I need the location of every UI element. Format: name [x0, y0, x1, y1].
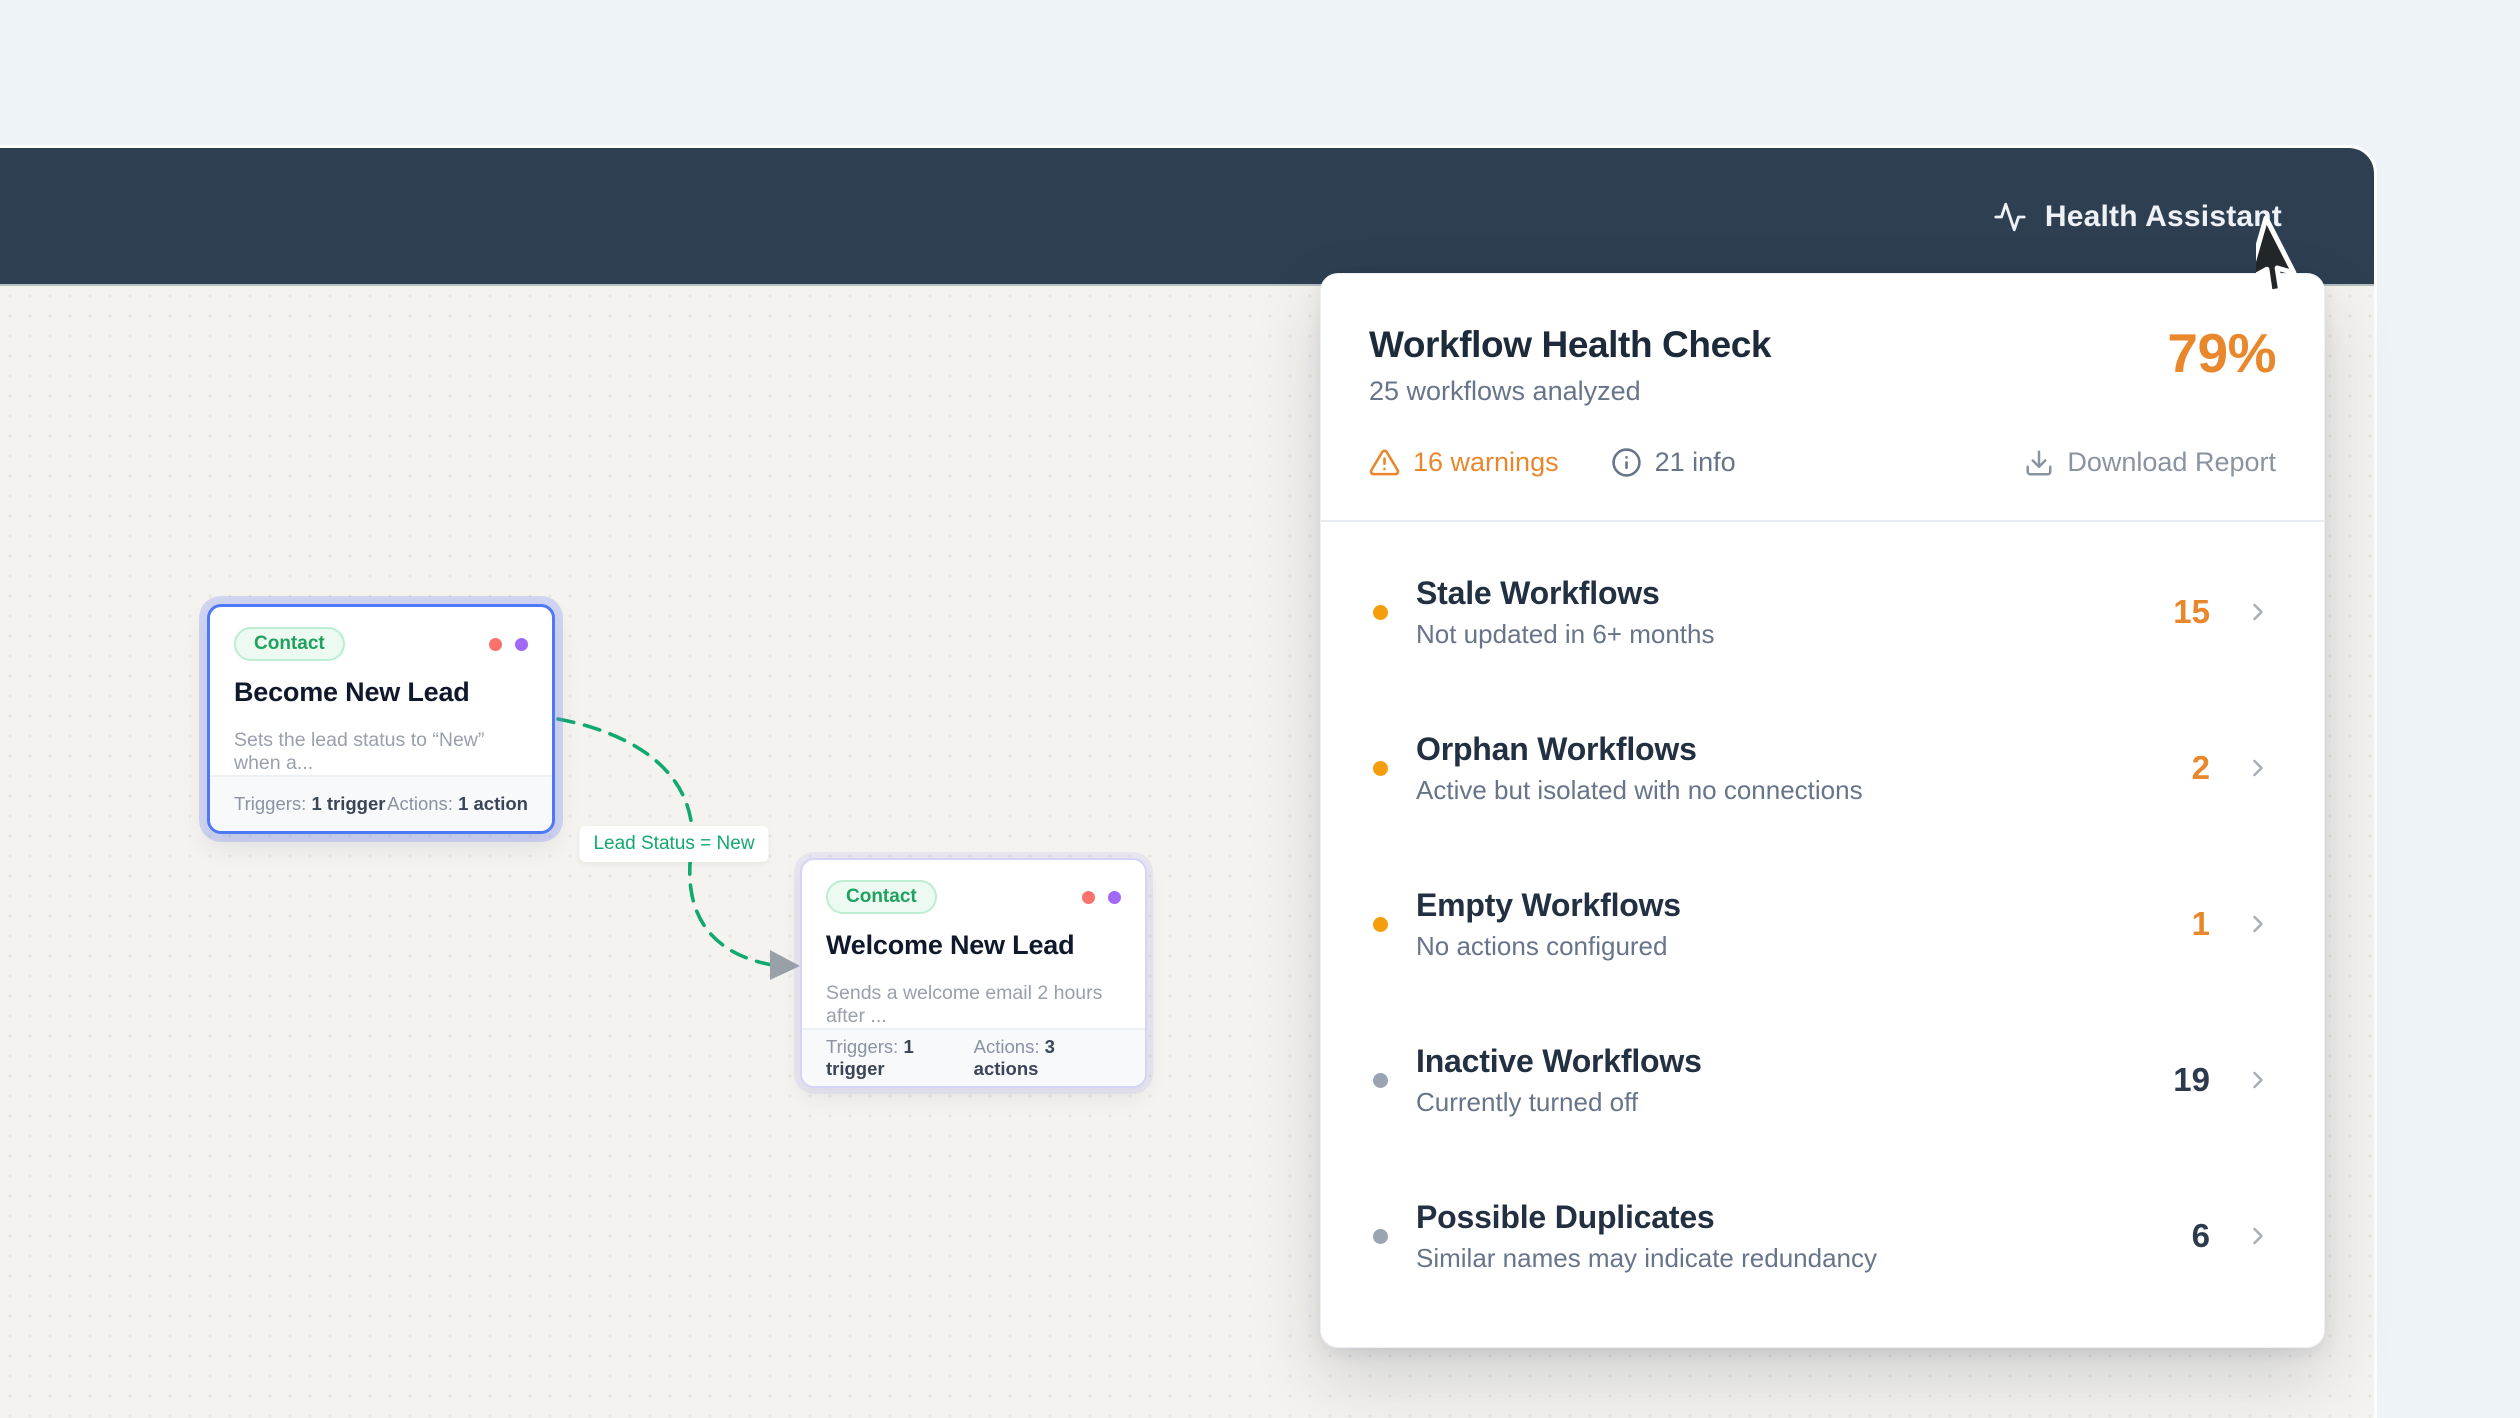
- warning-dot-icon: [1373, 917, 1388, 932]
- warnings-label: 16 warnings: [1413, 447, 1559, 478]
- warnings-stat: 16 warnings: [1369, 447, 1559, 478]
- issue-subtitle: Similar names may indicate redundancy: [1416, 1243, 2192, 1274]
- chevron-right-icon: [2244, 1066, 2272, 1094]
- health-assistant-label: Health Assistant: [2045, 200, 2282, 234]
- download-report-button[interactable]: Download Report: [2024, 447, 2276, 478]
- activity-pulse-icon: [1993, 200, 2027, 234]
- actions-value: 1 action: [458, 793, 528, 814]
- red-status-dot-icon: [489, 638, 502, 651]
- workflow-title: Become New Lead: [234, 677, 528, 708]
- status-dots: [489, 638, 528, 651]
- info-label: 21 info: [1655, 447, 1736, 478]
- chevron-right-icon: [2244, 910, 2272, 938]
- info-circle-icon: [1611, 447, 1642, 478]
- info-stat: 21 info: [1611, 447, 1736, 478]
- arrowhead-icon: [770, 950, 800, 980]
- workflow-title: Welcome New Lead: [826, 930, 1121, 961]
- contact-badge: Contact: [826, 880, 937, 914]
- card-footer: Triggers: 1 trigger Actions: 1 action: [210, 775, 552, 831]
- panel-subtitle: 25 workflows analyzed: [1369, 376, 1771, 407]
- card-body: Contact Become New Lead Sets the lead st…: [210, 607, 552, 775]
- chevron-right-icon: [2244, 1222, 2272, 1250]
- issue-title: Possible Duplicates: [1416, 1199, 2192, 1236]
- health-assistant-button[interactable]: Health Assistant: [1993, 148, 2282, 286]
- card-body: Contact Welcome New Lead Sends a welcome…: [802, 860, 1145, 1028]
- status-dots: [1082, 891, 1121, 904]
- workflow-card-become-new-lead[interactable]: Contact Become New Lead Sets the lead st…: [207, 604, 555, 834]
- purple-status-dot-icon: [515, 638, 528, 651]
- warning-dot-icon: [1373, 605, 1388, 620]
- panel-title: Workflow Health Check: [1369, 324, 1771, 366]
- issue-title: Stale Workflows: [1416, 575, 2173, 612]
- info-dot-icon: [1373, 1229, 1388, 1244]
- issue-count: 19: [2173, 1061, 2210, 1099]
- info-dot-icon: [1373, 1073, 1388, 1088]
- triggers-label: Triggers:: [826, 1036, 898, 1057]
- actions-label: Actions:: [974, 1036, 1040, 1057]
- issue-list: Stale Workflows Not updated in 6+ months…: [1321, 522, 2324, 1314]
- contact-badge: Contact: [234, 627, 345, 661]
- issue-row-stale-workflows[interactable]: Stale Workflows Not updated in 6+ months…: [1373, 534, 2272, 690]
- issue-title: Orphan Workflows: [1416, 731, 2192, 768]
- red-status-dot-icon: [1082, 891, 1095, 904]
- issue-title: Inactive Workflows: [1416, 1043, 2173, 1080]
- health-score: 79%: [2167, 326, 2276, 381]
- issue-subtitle: No actions configured: [1416, 931, 2192, 962]
- triggers-value: 1 trigger: [311, 793, 385, 814]
- chevron-right-icon: [2244, 598, 2272, 626]
- issue-title: Empty Workflows: [1416, 887, 2192, 924]
- issue-subtitle: Not updated in 6+ months: [1416, 619, 2173, 650]
- download-tray-icon: [2024, 448, 2054, 478]
- purple-status-dot-icon: [1108, 891, 1121, 904]
- issue-count: 15: [2173, 593, 2210, 631]
- connection-condition-label: Lead Status = New: [579, 826, 768, 862]
- issue-subtitle: Active but isolated with no connections: [1416, 775, 2192, 806]
- warning-triangle-icon: [1369, 447, 1400, 478]
- workflow-description: Sends a welcome email 2 hours after ...: [826, 982, 1121, 1028]
- page-background: Health Assistant Lead Status = New Conta…: [0, 0, 2520, 1418]
- chevron-right-icon: [2244, 754, 2272, 782]
- workflow-card-welcome-new-lead[interactable]: Contact Welcome New Lead Sends a welcome…: [800, 858, 1147, 1088]
- issue-row-possible-duplicates[interactable]: Possible Duplicates Similar names may in…: [1373, 1158, 2272, 1314]
- issue-count: 6: [2192, 1217, 2210, 1255]
- issue-row-inactive-workflows[interactable]: Inactive Workflows Currently turned off …: [1373, 1002, 2272, 1158]
- warning-dot-icon: [1373, 761, 1388, 776]
- issue-subtitle: Currently turned off: [1416, 1087, 2173, 1118]
- issue-count: 2: [2192, 749, 2210, 787]
- workflow-description: Sets the lead status to “New” when a...: [234, 729, 528, 775]
- issue-row-empty-workflows[interactable]: Empty Workflows No actions configured 1: [1373, 846, 2272, 1002]
- health-check-panel: Workflow Health Check 25 workflows analy…: [1320, 273, 2325, 1348]
- top-navigation-bar: Health Assistant: [0, 148, 2374, 286]
- panel-header: Workflow Health Check 25 workflows analy…: [1321, 274, 2324, 478]
- issue-count: 1: [2192, 905, 2210, 943]
- download-report-label: Download Report: [2067, 447, 2276, 478]
- issue-row-orphan-workflows[interactable]: Orphan Workflows Active but isolated wit…: [1373, 690, 2272, 846]
- actions-label: Actions:: [387, 793, 453, 814]
- card-footer: Triggers: 1 trigger Actions: 3 actions: [802, 1028, 1145, 1086]
- triggers-label: Triggers:: [234, 793, 306, 814]
